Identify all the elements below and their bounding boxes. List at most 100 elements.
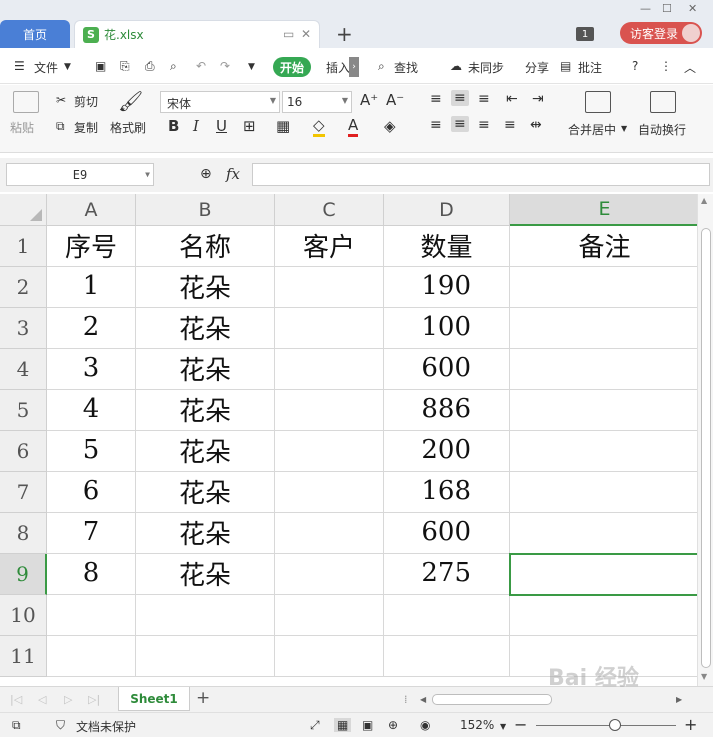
paste-button[interactable]: 粘贴: [10, 119, 34, 136]
cell-c7[interactable]: [275, 472, 384, 513]
add-sheet-button[interactable]: +: [196, 688, 210, 708]
merge-center-button[interactable]: 合并居中: [568, 121, 616, 138]
zoom-in-button[interactable]: +: [684, 715, 697, 734]
cell-d5[interactable]: 886: [384, 390, 510, 431]
protect-status[interactable]: 文档未保护: [76, 718, 136, 735]
name-box[interactable]: E9 ▼: [6, 163, 154, 186]
chevron-down-icon[interactable]: ▼: [621, 124, 627, 133]
hamburger-icon[interactable]: ☰: [14, 59, 25, 73]
format-painter-icon[interactable]: 🖌: [118, 89, 143, 113]
fill-color-icon[interactable]: ◇: [313, 116, 325, 137]
sheet-tab-sheet1[interactable]: Sheet1: [118, 687, 190, 711]
fullscreen-icon[interactable]: ⤢: [310, 718, 320, 733]
function-icon[interactable]: fx: [226, 165, 240, 183]
collapse-ribbon-icon[interactable]: ︿: [684, 59, 696, 76]
zoom-slider-knob[interactable]: [609, 719, 621, 731]
cell-a2[interactable]: 1: [47, 267, 136, 308]
cell-b9[interactable]: 花朵: [136, 554, 275, 595]
scissors-icon[interactable]: ✂: [56, 93, 66, 107]
cell-b6[interactable]: 花朵: [136, 431, 275, 472]
close-tab-icon[interactable]: ✕: [301, 27, 311, 41]
cell-b10[interactable]: [136, 595, 275, 636]
row-header-3[interactable]: 3: [0, 308, 47, 349]
zoom-find-icon[interactable]: ⊕: [200, 166, 212, 182]
menu-sync[interactable]: 未同步: [468, 59, 504, 76]
cell-a1[interactable]: 序号: [47, 226, 136, 267]
cell-b11[interactable]: [136, 636, 275, 677]
fill-pattern-icon[interactable]: ▦: [276, 117, 290, 135]
cell-d9[interactable]: 275: [384, 554, 510, 595]
format-painter-button[interactable]: 格式刷: [110, 119, 146, 136]
align-top-icon[interactable]: ≡: [430, 91, 442, 107]
cell-c4[interactable]: [275, 349, 384, 390]
align-bottom-icon[interactable]: ≡: [478, 91, 490, 107]
chevron-down-icon[interactable]: ▼: [64, 62, 71, 72]
outdent-icon[interactable]: ⇤: [506, 91, 518, 107]
cell-c9[interactable]: [275, 554, 384, 595]
zoom-level[interactable]: 152%: [460, 718, 494, 732]
cell-a6[interactable]: 5: [47, 431, 136, 472]
font-size-select[interactable]: 16 ▼: [282, 91, 352, 113]
prev-sheet-icon[interactable]: ◁: [38, 693, 46, 706]
cell-d6[interactable]: 200: [384, 431, 510, 472]
horizontal-scroll-thumb[interactable]: [432, 694, 552, 705]
cell-d3[interactable]: 100: [384, 308, 510, 349]
wrap-text-button[interactable]: 自动换行: [638, 121, 686, 138]
cell-c1[interactable]: 客户: [275, 226, 384, 267]
cell-e10[interactable]: [510, 595, 697, 636]
minimize-icon[interactable]: —: [640, 2, 651, 15]
next-sheet-icon[interactable]: ▷: [64, 693, 72, 706]
cell-a9[interactable]: 8: [47, 554, 136, 595]
menu-file[interactable]: 文件: [34, 59, 58, 76]
font-color-icon[interactable]: A: [348, 116, 359, 137]
align-right-icon[interactable]: ≡: [478, 117, 490, 133]
copy-icon[interactable]: ⧉: [56, 119, 65, 134]
increase-font-icon[interactable]: A⁺: [360, 91, 378, 109]
zoom-slider-track[interactable]: [536, 725, 676, 726]
cell-c8[interactable]: [275, 513, 384, 554]
cell-c5[interactable]: [275, 390, 384, 431]
column-header-c[interactable]: C: [275, 194, 384, 226]
cell-e7[interactable]: [510, 472, 697, 513]
cell-c6[interactable]: [275, 431, 384, 472]
cell-c11[interactable]: [275, 636, 384, 677]
save-icon[interactable]: ▣: [95, 59, 106, 73]
cell-a7[interactable]: 6: [47, 472, 136, 513]
indent-icon[interactable]: ⇥: [532, 91, 544, 107]
page-break-icon[interactable]: ⊕: [388, 718, 398, 732]
align-middle-icon[interactable]: ≡: [451, 90, 469, 106]
border-icon[interactable]: ⊞: [243, 117, 256, 135]
paste-icon[interactable]: [13, 91, 39, 113]
copy-button[interactable]: 复制: [74, 119, 98, 136]
tab-document[interactable]: S 花.xlsx ▭ ✕: [74, 20, 320, 48]
cell-b7[interactable]: 花朵: [136, 472, 275, 513]
cell-b3[interactable]: 花朵: [136, 308, 275, 349]
cell-d11[interactable]: [384, 636, 510, 677]
row-header-6[interactable]: 6: [0, 431, 47, 472]
tab-home[interactable]: 首页: [0, 20, 70, 48]
column-header-d[interactable]: D: [384, 194, 510, 226]
cell-e1[interactable]: 备注: [510, 226, 697, 267]
row-header-5[interactable]: 5: [0, 390, 47, 431]
column-header-e[interactable]: E: [510, 194, 697, 226]
splitter-icon[interactable]: ⁞: [404, 693, 408, 706]
column-header-a[interactable]: A: [47, 194, 136, 226]
redo-icon[interactable]: ↷: [220, 59, 230, 73]
chevron-right-icon[interactable]: ›: [349, 57, 359, 77]
vertical-scroll-thumb[interactable]: [701, 228, 711, 668]
tab-insert[interactable]: 插入: [326, 59, 350, 76]
row-header-9[interactable]: 9: [0, 554, 47, 595]
cell-c3[interactable]: [275, 308, 384, 349]
bold-icon[interactable]: B: [168, 117, 179, 135]
cell-d7[interactable]: 168: [384, 472, 510, 513]
distributed-icon[interactable]: ⇹: [530, 117, 542, 133]
maximize-icon[interactable]: ☐: [662, 2, 672, 15]
help-icon[interactable]: ?: [632, 59, 638, 73]
cell-a5[interactable]: 4: [47, 390, 136, 431]
print-preview-icon[interactable]: ⌕: [170, 59, 177, 74]
font-name-select[interactable]: 宋体 ▼: [160, 91, 280, 113]
cell-e4[interactable]: [510, 349, 697, 390]
cell-b4[interactable]: 花朵: [136, 349, 275, 390]
decrease-font-icon[interactable]: A⁻: [386, 91, 404, 109]
login-button[interactable]: 访客登录: [620, 22, 702, 44]
